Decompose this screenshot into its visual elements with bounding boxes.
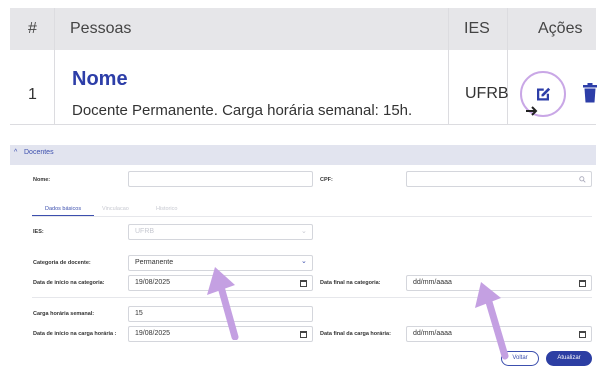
tab-historico[interactable]: Historico: [156, 206, 177, 212]
person-description: Docente Permanente. Carga horária semana…: [72, 102, 413, 119]
header-number: #: [28, 20, 37, 37]
data-final-carga-label: Data final da carga horária:: [320, 331, 391, 337]
atualizar-button[interactable]: Atualizar: [546, 351, 592, 366]
calendar-icon[interactable]: [300, 331, 307, 338]
tab-vinculacao[interactable]: Vinculacao: [102, 206, 129, 212]
nome-label: Nome:: [33, 177, 51, 183]
pointer-cursor-icon: [526, 106, 538, 116]
header-pessoas: Pessoas: [70, 20, 132, 37]
chevron-up-icon: ^: [14, 149, 18, 156]
data-inicio-carga-label: Data de início na carga horária :: [33, 331, 117, 337]
chevron-down-icon: ⌄: [301, 228, 307, 235]
cpf-label: CPF:: [320, 177, 333, 183]
cpf-input[interactable]: [406, 171, 592, 187]
panel-title: Docentes: [24, 149, 54, 156]
carga-label: Carga horária semanal:: [33, 311, 95, 317]
annotation-arrow: [475, 282, 509, 360]
tabs-divider: [32, 216, 592, 217]
people-table: # Pessoas IES Ações 1 Nome Docente Perma…: [10, 8, 598, 125]
trash-icon[interactable]: [582, 83, 598, 103]
calendar-icon[interactable]: [300, 280, 307, 287]
person-name: Nome: [72, 68, 128, 90]
row-ies: UFRB: [465, 85, 509, 102]
panel-header[interactable]: ^ Docentes: [10, 145, 596, 165]
header-acoes: Ações: [538, 20, 583, 37]
chevron-down-icon: ⌄: [301, 258, 307, 265]
annotation-arrow: [207, 267, 239, 340]
search-icon: [579, 176, 586, 183]
ies-label: IES:: [33, 229, 44, 235]
edit-icon[interactable]: [534, 84, 552, 102]
calendar-icon[interactable]: [579, 331, 586, 338]
nome-input[interactable]: [128, 171, 313, 187]
ies-select[interactable]: UFRB: [128, 224, 313, 240]
tab-dados-basicos[interactable]: Dados básicos: [45, 206, 81, 212]
table-row: 1 Nome Docente Permanente. Carga horária…: [10, 50, 598, 125]
data-inicio-categoria-label: Data de início na categoria:: [33, 280, 105, 286]
categoria-label: Categoria de docente:: [33, 260, 91, 266]
table-header: # Pessoas IES Ações: [10, 8, 596, 50]
header-ies: IES: [464, 20, 490, 37]
data-final-categoria-label: Data final na categoria:: [320, 280, 381, 286]
row-number: 1: [28, 86, 37, 103]
calendar-icon[interactable]: [579, 280, 586, 287]
